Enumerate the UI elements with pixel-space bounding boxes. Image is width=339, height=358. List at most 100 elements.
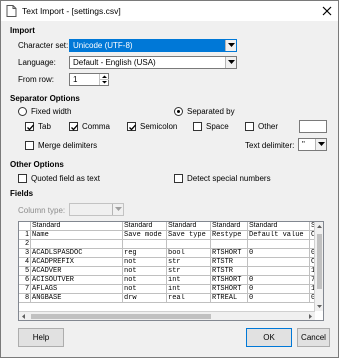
stepper-arrows-icon[interactable] — [99, 74, 109, 85]
quoted-field-checkbox[interactable] — [18, 174, 27, 183]
column-header[interactable]: Standard — [167, 222, 211, 231]
row-number[interactable]: 7 — [19, 285, 31, 294]
language-select[interactable]: Default - English (USA) — [69, 56, 237, 69]
grid-cell: Save type — [167, 231, 211, 240]
text-delimiter-select[interactable]: " — [298, 138, 327, 151]
comma-label: Comma — [82, 122, 111, 131]
grid-cell: ANGBASE — [31, 294, 123, 303]
grid-cell: real — [167, 294, 211, 303]
ok-button[interactable]: OK — [246, 328, 292, 347]
other-checkbox[interactable] — [245, 122, 254, 131]
language-label: Language: — [18, 58, 56, 67]
table-row: 8ANGBASEdrwrealRTREAL00 — [19, 294, 323, 303]
scroll-right-icon[interactable] — [306, 312, 315, 320]
horizontal-scroll-thumb[interactable] — [31, 314, 211, 319]
text-delimiter-value: " — [302, 140, 305, 149]
grid-cell: not — [123, 258, 167, 267]
detect-special-numbers-checkbox[interactable] — [174, 174, 183, 183]
fields-preview-grid[interactable]: Standard Standard Standard Standard Standard… — [18, 221, 324, 321]
vertical-scroll-thumb[interactable] — [317, 234, 322, 289]
grid-cell — [248, 258, 310, 267]
separated-by-label: Separated by — [187, 107, 235, 116]
column-header[interactable]: Standard — [123, 222, 167, 231]
row-number[interactable]: 8 — [19, 294, 31, 303]
table-row: 2 — [19, 240, 323, 249]
scroll-down-icon[interactable] — [315, 302, 323, 311]
semicolon-checkbox[interactable] — [127, 122, 136, 131]
table-row: 4ACADPREFIXnotstrRTSTRC:\ — [19, 258, 323, 267]
import-section-title: Import — [10, 26, 35, 35]
scroll-up-icon[interactable] — [315, 222, 323, 231]
grid-cell: not — [123, 276, 167, 285]
row-number[interactable]: 1 — [19, 231, 31, 240]
column-header[interactable] — [19, 222, 31, 231]
tab-checkbox[interactable] — [25, 122, 34, 131]
other-options-section-title: Other Options — [10, 160, 64, 169]
fromrow-value: 1 — [73, 75, 78, 84]
horizontal-scrollbar[interactable] — [19, 311, 315, 320]
table-row: 6ACISOUTVERnotintRTSHORT070 — [19, 276, 323, 285]
text-delimiter-label: Text delimiter: — [245, 141, 295, 150]
close-icon[interactable] — [321, 5, 333, 17]
column-header[interactable]: Standard — [31, 222, 123, 231]
fixed-width-label: Fixed width — [31, 107, 72, 116]
chevron-down-icon[interactable] — [225, 57, 236, 68]
table-row: 1 Name Save mode Save type Restype Default va… — [19, 231, 323, 240]
grid-cell: ACISOUTVER — [31, 276, 123, 285]
detect-special-numbers-label: Detect special numbers — [187, 174, 271, 183]
tab-label: Tab — [38, 122, 51, 131]
separator-section-title: Separator Options — [10, 94, 80, 103]
chevron-down-icon[interactable] — [112, 204, 123, 215]
space-checkbox[interactable] — [193, 122, 202, 131]
grid-cell: RTREAL — [211, 294, 248, 303]
other-separator-input[interactable] — [299, 120, 327, 133]
merge-delimiters-label: Merge delimiters — [38, 141, 98, 150]
row-number[interactable]: 3 — [19, 249, 31, 258]
grid-cell — [211, 240, 248, 249]
fromrow-label: From row: — [18, 75, 54, 84]
fromrow-stepper[interactable]: 1 — [69, 73, 109, 86]
grid-cell: RTSTR — [211, 258, 248, 267]
merge-delimiters-checkbox[interactable] — [25, 141, 34, 150]
fields-section-title: Fields — [10, 189, 34, 198]
grid-cell: int — [167, 276, 211, 285]
other-label: Other — [258, 122, 279, 131]
scroll-left-icon[interactable] — [19, 312, 28, 320]
row-number[interactable]: 2 — [19, 240, 31, 249]
row-number[interactable]: 4 — [19, 258, 31, 267]
column-type-select[interactable] — [69, 203, 124, 216]
grid-cell: Restype — [211, 231, 248, 240]
window-title: Text Import - [settings.csv] — [22, 6, 121, 16]
grid-cell: ACADLSPASDOC — [31, 249, 123, 258]
charset-value: Unicode (UTF-8) — [73, 41, 133, 50]
chevron-down-icon[interactable] — [315, 139, 326, 150]
table-row: 7AFLAGSnotintRTSHORT016 — [19, 285, 323, 294]
semicolon-label: Semicolon — [140, 122, 178, 131]
grid-cell: AFLAGS — [31, 285, 123, 294]
charset-select[interactable]: Unicode (UTF-8) — [69, 39, 237, 52]
fixed-width-radio[interactable] — [18, 107, 27, 116]
vertical-scrollbar[interactable] — [314, 222, 323, 311]
grid-cell: drw — [123, 294, 167, 303]
grid-cell: 0 — [248, 285, 310, 294]
cancel-button[interactable]: Cancel — [297, 328, 330, 347]
grid-cell: RTSHORT — [211, 285, 248, 294]
help-button[interactable]: Help — [18, 328, 64, 347]
comma-checkbox[interactable] — [69, 122, 78, 131]
grid-cell: Save mode — [123, 231, 167, 240]
grid-cell: Name — [31, 231, 123, 240]
column-header[interactable]: Standard — [211, 222, 248, 231]
grid-cell: RTSHORT — [211, 249, 248, 258]
separated-by-radio[interactable] — [174, 107, 183, 116]
row-number[interactable]: 5 — [19, 267, 31, 276]
grid-cell: not — [123, 285, 167, 294]
title-bar: Text Import - [settings.csv] — [1, 1, 338, 21]
grid-cell: str — [167, 267, 211, 276]
row-number[interactable]: 6 — [19, 276, 31, 285]
column-header[interactable]: Standard — [248, 222, 310, 231]
document-icon — [6, 5, 17, 17]
chevron-down-icon[interactable] — [225, 40, 236, 51]
grid-cell: not — [123, 267, 167, 276]
table-row: 5ACADVERnotstrRTSTR19. — [19, 267, 323, 276]
grid-cell: 0 — [248, 276, 310, 285]
